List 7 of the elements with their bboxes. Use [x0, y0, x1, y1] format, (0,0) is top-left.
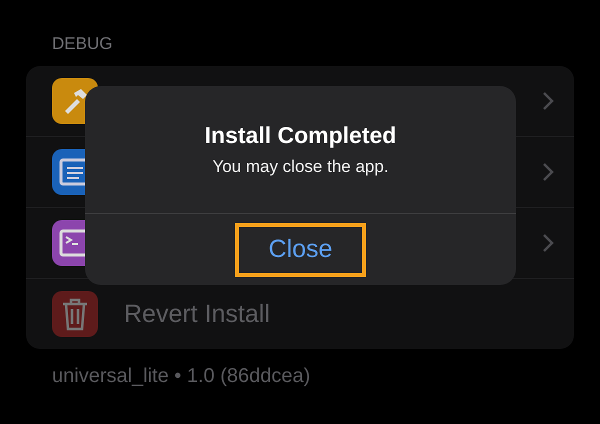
alert-message: You may close the app.	[212, 157, 389, 177]
trash-icon	[60, 297, 90, 331]
close-button[interactable]: Close	[235, 222, 366, 276]
row-label[interactable]: Revert Install	[124, 300, 554, 328]
version-text: universal_lite • 1.0 (86ddcea)	[51, 364, 312, 389]
alert-title: Install Completed	[204, 122, 396, 149]
section-header: DEBUG	[51, 34, 114, 54]
